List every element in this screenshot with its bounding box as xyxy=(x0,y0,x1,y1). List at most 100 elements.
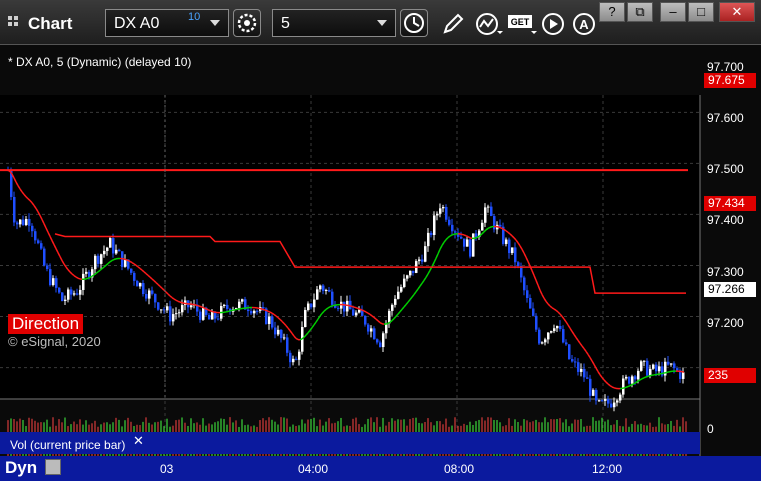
moving-average-segment xyxy=(449,234,453,237)
candle-body xyxy=(676,368,679,371)
candle-body xyxy=(526,290,529,299)
candle-body xyxy=(517,262,520,267)
candle-body xyxy=(436,213,439,216)
moving-average-segment xyxy=(353,306,357,309)
candle-body xyxy=(508,239,511,254)
candle-body xyxy=(658,366,661,372)
moving-average-segment xyxy=(129,260,133,264)
candle-body xyxy=(55,278,58,288)
candle-body xyxy=(610,403,613,408)
moving-average-segment xyxy=(465,235,469,238)
candle-body xyxy=(682,372,685,379)
y-tick: 97.400 xyxy=(707,213,744,228)
candle-body xyxy=(61,292,64,302)
play-icon[interactable] xyxy=(540,11,566,37)
candle-body xyxy=(238,301,241,308)
moving-average-segment xyxy=(357,307,361,310)
restore-button[interactable]: ⧉ xyxy=(627,2,653,22)
chevron-down-icon[interactable] xyxy=(210,20,220,26)
candle-body xyxy=(655,364,658,372)
x-tick: 03 xyxy=(160,462,174,476)
candle-body xyxy=(70,289,73,295)
moving-average-segment xyxy=(385,322,389,325)
moving-average-segment xyxy=(229,309,233,312)
lock-icon[interactable] xyxy=(45,459,61,475)
candle-body xyxy=(652,364,655,369)
candle-body xyxy=(337,307,340,309)
candle-body xyxy=(166,306,169,311)
candle-body xyxy=(160,309,163,311)
moving-average-segment xyxy=(631,382,635,386)
candle-body xyxy=(241,299,244,302)
close-button[interactable]: ✕ xyxy=(719,2,755,22)
chevron-down-icon[interactable] xyxy=(377,20,387,26)
candle-body xyxy=(31,225,34,232)
candle-body xyxy=(544,339,547,343)
candle-body xyxy=(316,289,319,300)
candle-body xyxy=(568,344,571,360)
candle-body xyxy=(67,289,70,300)
moving-average-segment xyxy=(475,236,479,239)
restore-icon: ⧉ xyxy=(635,4,645,19)
refresh-button[interactable] xyxy=(233,9,261,37)
moving-average-segment xyxy=(463,234,467,237)
interval-combo[interactable]: 5 xyxy=(272,9,396,37)
candle-body xyxy=(208,314,211,320)
moving-average-segment xyxy=(227,310,231,313)
candle-body xyxy=(490,206,493,217)
window-title: Chart xyxy=(28,14,73,33)
candle-body xyxy=(130,268,133,273)
close-icon[interactable]: ✕ xyxy=(133,433,144,449)
time-button[interactable] xyxy=(400,9,428,37)
clock-icon xyxy=(404,13,424,33)
time-axis-bar xyxy=(0,456,761,481)
candle-body xyxy=(628,376,631,384)
candle-body xyxy=(577,362,580,372)
candle-body xyxy=(286,337,289,353)
indicator-icon[interactable] xyxy=(474,11,504,37)
x-tick: 12:00 xyxy=(592,462,623,476)
candle-body xyxy=(538,329,541,344)
candle-body xyxy=(643,360,646,362)
alert-icon[interactable]: A xyxy=(571,11,597,37)
candle-body xyxy=(37,240,40,244)
candle-body xyxy=(532,308,535,316)
moving-average-segment xyxy=(299,338,303,341)
price-chart[interactable] xyxy=(0,45,761,481)
candle-body xyxy=(295,358,298,360)
get-icon[interactable]: GET xyxy=(507,11,537,37)
candle-body xyxy=(34,231,37,241)
candle-body xyxy=(112,238,115,254)
candle-body xyxy=(373,328,376,340)
candle-body xyxy=(394,298,397,305)
candle-body xyxy=(469,239,472,257)
candle-body xyxy=(601,400,604,402)
candle-body xyxy=(550,331,553,333)
candle-body xyxy=(157,302,160,310)
candle-body xyxy=(49,269,52,286)
help-button[interactable]: ? xyxy=(599,2,625,22)
candle-body xyxy=(400,287,403,292)
candle-body xyxy=(466,239,469,247)
candle-body xyxy=(559,325,562,330)
candle-body xyxy=(613,402,616,408)
symbol-combo[interactable]: DX A0 10 xyxy=(105,9,229,37)
moving-average-segment xyxy=(633,381,637,385)
moving-average-segment xyxy=(355,307,359,310)
candle-body xyxy=(175,313,178,315)
volume-last-tag: 235 xyxy=(704,368,756,383)
maximize-button[interactable]: □ xyxy=(688,2,714,22)
candle-body xyxy=(190,305,193,308)
moving-average-segment xyxy=(195,304,199,307)
grip-icon[interactable] xyxy=(8,16,22,30)
candle-body xyxy=(622,378,625,395)
candle-body xyxy=(598,400,601,402)
moving-average-segment xyxy=(327,306,331,309)
candle-body xyxy=(304,310,307,328)
moving-average-segment xyxy=(499,226,503,230)
pencil-icon[interactable] xyxy=(440,11,466,37)
candle-body xyxy=(313,299,316,308)
moving-average-segment xyxy=(75,276,79,279)
minimize-button[interactable]: – xyxy=(660,2,686,22)
candle-body xyxy=(298,351,301,360)
